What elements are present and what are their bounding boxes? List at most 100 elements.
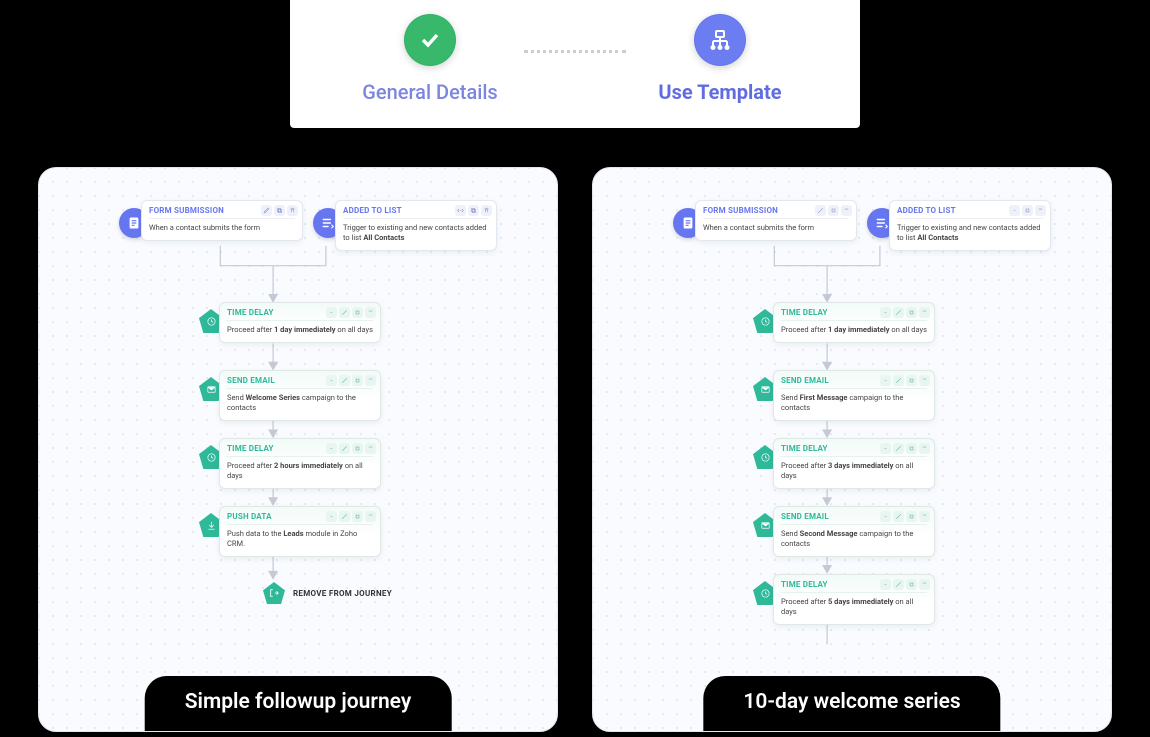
node-tools[interactable] [880,511,930,522]
check-icon [404,14,456,66]
link-icon[interactable] [326,375,337,386]
copy-icon[interactable] [352,307,363,318]
step-label: Use Template [658,80,781,104]
delete-icon[interactable] [919,307,930,318]
edit-icon[interactable] [893,443,904,454]
link-icon[interactable] [1009,205,1020,216]
edit-icon[interactable] [339,511,350,522]
edit-icon[interactable] [893,579,904,590]
node-desc: Send First Message campaign to the conta… [781,393,927,413]
node-tools[interactable] [261,205,298,216]
node-tools[interactable] [880,375,930,386]
node-tools[interactable] [455,205,492,216]
template-caption: 10-day welcome series [703,676,1000,732]
copy-icon[interactable] [828,205,839,216]
node-tools[interactable] [326,511,376,522]
node-tools[interactable] [880,443,930,454]
action-time-delay-3[interactable]: TIME DELAY Proceed after 5 days immediat… [773,574,935,625]
delete-icon[interactable] [919,375,930,386]
link-icon[interactable] [880,375,891,386]
link-icon[interactable] [326,307,337,318]
copy-icon[interactable] [906,511,917,522]
edit-icon[interactable] [339,443,350,454]
copy-icon[interactable] [906,443,917,454]
node-desc: Trigger to existing and new contacts add… [343,223,489,243]
edit-icon[interactable] [339,375,350,386]
node-desc: Proceed after 5 days immediately on all … [781,597,927,617]
wizard-stepper: General Details Use Template [290,0,860,128]
edit-icon[interactable] [893,307,904,318]
action-time-delay-2[interactable]: TIME DELAY Proceed after 3 days immediat… [773,438,935,489]
trigger-form-submission[interactable]: FORM SUBMISSION When a contact submits t… [141,200,303,241]
delete-icon[interactable] [365,511,376,522]
action-send-email-2[interactable]: SEND EMAIL Send Second Message campaign … [773,506,935,557]
edit-icon[interactable] [815,205,826,216]
node-desc: When a contact submits the form [149,223,295,233]
link-icon[interactable] [880,443,891,454]
copy-icon[interactable] [906,307,917,318]
trigger-added-to-list[interactable]: ADDED TO LIST Trigger to existing and ne… [335,200,497,251]
trigger-added-to-list[interactable]: ADDED TO LIST Trigger to existing and ne… [889,200,1051,251]
step-connector [524,50,626,53]
edit-icon[interactable] [893,511,904,522]
copy-icon[interactable] [352,443,363,454]
action-send-email[interactable]: SEND EMAIL Send Welcome Series campaign … [219,370,381,421]
step-general-details[interactable]: General Details [340,14,520,104]
delete-icon[interactable] [365,375,376,386]
link-icon[interactable] [880,511,891,522]
template-card-10-day-welcome[interactable]: FORM SUBMISSION When a contact submits t… [592,167,1112,732]
journey-canvas: FORM SUBMISSION When a contact submits t… [39,168,557,731]
delete-icon[interactable] [287,205,298,216]
action-time-delay[interactable]: TIME DELAY Proceed after 1 day immediate… [773,302,935,343]
link-icon[interactable] [455,205,466,216]
node-desc: Send Welcome Series campaign to the cont… [227,393,373,413]
node-desc: Proceed after 1 day immediately on all d… [781,325,927,335]
node-tools[interactable] [815,205,852,216]
link-icon[interactable] [880,579,891,590]
step-label: General Details [362,80,497,104]
node-tools[interactable] [326,307,376,318]
exit-icon [263,582,285,604]
delete-icon[interactable] [365,307,376,318]
action-time-delay-2[interactable]: TIME DELAY Proceed after 2 hours immedia… [219,438,381,489]
edit-icon[interactable] [893,375,904,386]
copy-icon[interactable] [274,205,285,216]
node-tools[interactable] [1009,205,1046,216]
edit-icon[interactable] [339,307,350,318]
node-tools[interactable] [880,307,930,318]
delete-icon[interactable] [919,511,930,522]
step-use-template[interactable]: Use Template [630,14,810,104]
copy-icon[interactable] [906,579,917,590]
delete-icon[interactable] [919,443,930,454]
template-caption: Simple followup journey [145,676,452,732]
delete-icon[interactable] [1035,205,1046,216]
action-send-email[interactable]: SEND EMAIL Send First Message campaign t… [773,370,935,421]
link-icon[interactable] [880,307,891,318]
edit-icon[interactable] [261,205,272,216]
template-card-simple-followup[interactable]: FORM SUBMISSION When a contact submits t… [38,167,558,732]
delete-icon[interactable] [481,205,492,216]
node-desc: Send Second Message campaign to the cont… [781,529,927,549]
node-desc: Proceed after 1 day immediately on all d… [227,325,373,335]
copy-icon[interactable] [1022,205,1033,216]
copy-icon[interactable] [352,511,363,522]
node-desc: When a contact submits the form [703,223,849,233]
node-tools[interactable] [326,375,376,386]
trigger-form-submission[interactable]: FORM SUBMISSION When a contact submits t… [695,200,857,241]
end-label: REMOVE FROM JOURNEY [293,589,392,598]
node-tools[interactable] [880,579,930,590]
copy-icon[interactable] [352,375,363,386]
delete-icon[interactable] [365,443,376,454]
node-desc: Trigger to existing and new contacts add… [897,223,1043,243]
journey-canvas: FORM SUBMISSION When a contact submits t… [593,168,1111,731]
copy-icon[interactable] [468,205,479,216]
end-remove-from-journey[interactable]: REMOVE FROM JOURNEY [263,582,392,604]
link-icon[interactable] [326,443,337,454]
node-tools[interactable] [326,443,376,454]
action-time-delay[interactable]: TIME DELAY Proceed after 1 day immediate… [219,302,381,343]
delete-icon[interactable] [841,205,852,216]
copy-icon[interactable] [906,375,917,386]
link-icon[interactable] [326,511,337,522]
action-push-data[interactable]: PUSH DATA Push data to the Leads module … [219,506,381,557]
delete-icon[interactable] [919,579,930,590]
